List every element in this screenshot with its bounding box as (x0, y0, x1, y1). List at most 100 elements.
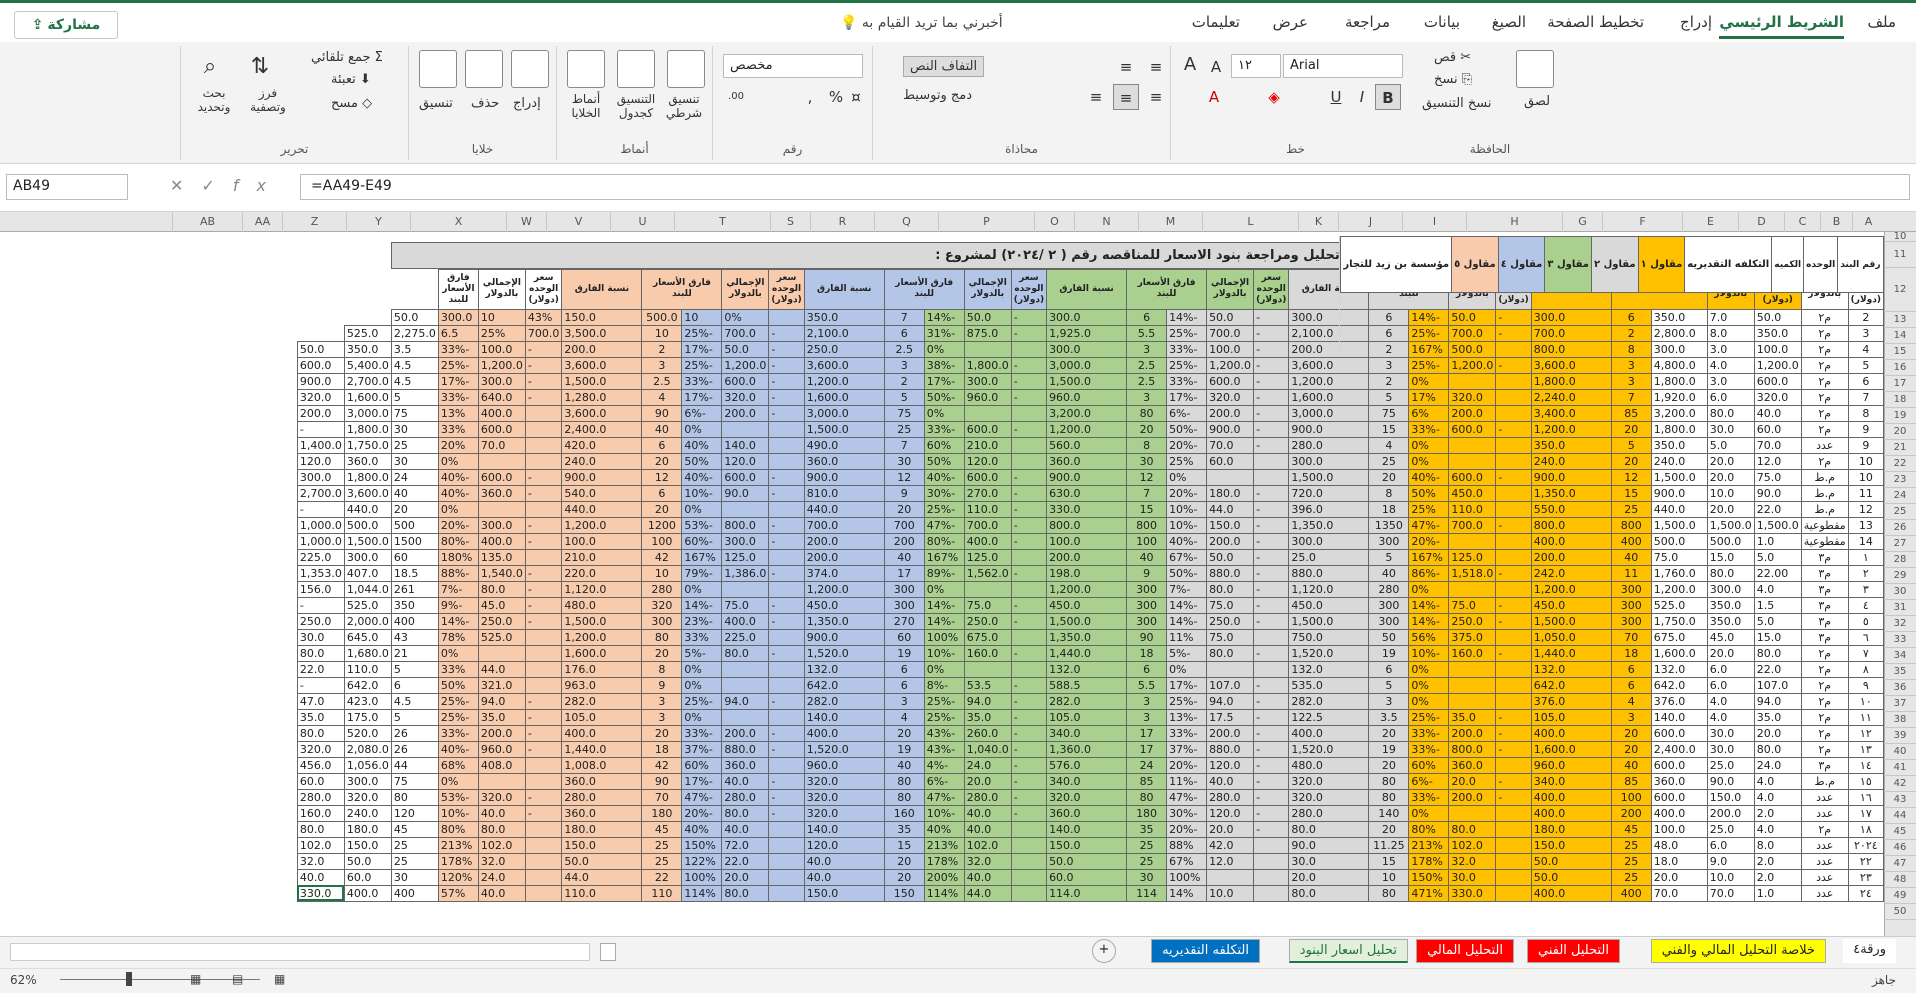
cell[interactable]: 520.0 (343, 724, 392, 742)
cell[interactable]: 10.0 (1706, 868, 1755, 886)
cell[interactable]: 360.0 (561, 772, 643, 790)
cell[interactable]: 25.0 (1706, 820, 1755, 838)
cell[interactable]: 45 (390, 820, 439, 838)
cell[interactable]: -5% (1166, 644, 1208, 662)
cell[interactable]: 75 (883, 404, 925, 422)
cell[interactable]: -25% (923, 500, 965, 518)
cell[interactable]: 440.0 (343, 500, 392, 518)
cell[interactable]: 540.0 (561, 484, 643, 502)
cell[interactable]: 400.0 (1530, 788, 1612, 806)
cell[interactable]: 17 (883, 564, 925, 582)
cell[interactable]: 140.0 (803, 820, 885, 838)
cell-styles-icon[interactable] (567, 50, 605, 88)
cell[interactable]: 408.0 (477, 756, 526, 774)
cell[interactable]: 280 (1368, 580, 1410, 598)
cell[interactable]: 210.0 (963, 436, 1012, 454)
row-header-44[interactable]: 44 (1884, 808, 1916, 824)
cell[interactable]: - (1010, 644, 1048, 662)
cell[interactable]: 1,056.0 (343, 756, 392, 774)
cell[interactable]: 535.0 (1288, 676, 1370, 694)
cell[interactable]: 360.0 (1448, 756, 1497, 774)
cell[interactable]: 1,760.0 (1650, 564, 1708, 582)
cell[interactable]: 80 (1368, 788, 1410, 806)
cell[interactable] (1010, 628, 1048, 646)
increase-decimal-icon[interactable]: .00 (723, 84, 749, 110)
cell[interactable]: - (1253, 756, 1290, 774)
cell[interactable]: 3,000.0 (1288, 404, 1370, 422)
cell[interactable]: 720.0 (1288, 484, 1370, 502)
cell[interactable]: - (1010, 804, 1048, 822)
cell[interactable]: 525.0 (477, 628, 526, 646)
cell[interactable]: 900.0 (1650, 484, 1708, 502)
cell[interactable]: 6 (1610, 660, 1652, 678)
cell[interactable]: 300 (1610, 612, 1652, 630)
cell[interactable]: - (768, 644, 805, 662)
cell[interactable]: 50.0 (721, 340, 770, 358)
cell[interactable]: -20% (437, 516, 479, 534)
cell[interactable] (768, 308, 805, 326)
cell[interactable]: 42 (641, 548, 683, 566)
cut-button[interactable]: قص ✂ (1434, 50, 1471, 65)
cell[interactable]: 20 (1610, 420, 1652, 438)
cell[interactable]: 12 (641, 468, 683, 486)
cell[interactable]: 4 (883, 708, 925, 726)
cell[interactable]: 1,360.0 (1046, 740, 1128, 758)
cell[interactable]: م٣ (1800, 548, 1849, 566)
row-header-48[interactable]: 48 (1884, 872, 1916, 888)
column-header-X[interactable]: X (410, 212, 506, 232)
cell[interactable]: 525.0 (1650, 596, 1708, 614)
cell[interactable]: 600.0 (1650, 756, 1708, 774)
cell[interactable]: 320.0 (1288, 788, 1370, 806)
cell[interactable] (1495, 580, 1532, 598)
cell[interactable]: 1350 (1368, 516, 1410, 534)
cell[interactable]: 374.0 (803, 564, 885, 582)
cell[interactable]: 4 (1610, 692, 1652, 710)
cell[interactable]: 1,200.0 (803, 372, 885, 390)
cell[interactable]: 1,050.0 (1530, 628, 1612, 646)
cell[interactable]: 125.0 (963, 548, 1012, 566)
cell[interactable]: - (524, 516, 563, 534)
cell[interactable]: - (1010, 612, 1048, 630)
cell[interactable]: - (524, 612, 563, 630)
cell[interactable]: 9 (883, 484, 925, 502)
cell[interactable]: -50% (1166, 564, 1208, 582)
cell[interactable]: 10 (681, 308, 723, 326)
cell[interactable]: 360.0 (721, 756, 770, 774)
cell[interactable]: 213% (437, 836, 479, 854)
cell[interactable]: 110.0 (1448, 500, 1497, 518)
cell[interactable]: ٥ (1847, 612, 1884, 630)
cell[interactable]: 45.0 (1706, 628, 1755, 646)
cell[interactable]: -33% (923, 420, 965, 438)
cell[interactable]: 180 (641, 804, 683, 822)
cell[interactable] (1010, 868, 1048, 886)
price-analysis-table[interactable]: تحليل ومراجعة بنود الاسعار للمناقصه رقم … (296, 232, 1884, 902)
header-c6-diff[interactable]: فارق الأسعار للبند (437, 268, 479, 310)
cell[interactable]: 20 (1126, 420, 1168, 438)
cell[interactable]: 10 (1847, 468, 1884, 486)
cell[interactable]: 102.0 (477, 836, 526, 854)
cell[interactable] (721, 676, 770, 694)
cell[interactable] (1010, 884, 1048, 902)
cell[interactable]: 225.0 (721, 628, 770, 646)
cell[interactable]: 8 (1126, 436, 1168, 454)
cell[interactable]: 8.0 (1753, 836, 1802, 854)
cell[interactable] (1495, 404, 1532, 422)
cell[interactable]: ٢٠٢٤ (1847, 836, 1884, 854)
cell[interactable]: 588.5 (1046, 676, 1128, 694)
cell[interactable]: 1,500.0 (1650, 468, 1708, 486)
cell[interactable]: 132.0 (1650, 660, 1708, 678)
cell[interactable]: ١٦ (1847, 788, 1884, 806)
cell[interactable]: 0% (681, 500, 723, 518)
cell[interactable]: 280.0 (1288, 804, 1370, 822)
cell[interactable]: 1,600.0 (343, 388, 392, 406)
row-header-25[interactable]: 25 (1884, 504, 1916, 520)
cell[interactable]: 700.0 (1448, 516, 1497, 534)
cell[interactable]: 1,680.0 (343, 644, 392, 662)
cell[interactable]: 150.0 (1046, 836, 1128, 854)
cell[interactable]: 33% (681, 628, 723, 646)
row-header-27[interactable]: 27 (1884, 536, 1916, 552)
cell[interactable]: -14% (1408, 596, 1450, 614)
cell[interactable]: -6% (1166, 404, 1208, 422)
cell[interactable] (1448, 580, 1497, 598)
cell[interactable]: 22.0 (296, 660, 345, 678)
